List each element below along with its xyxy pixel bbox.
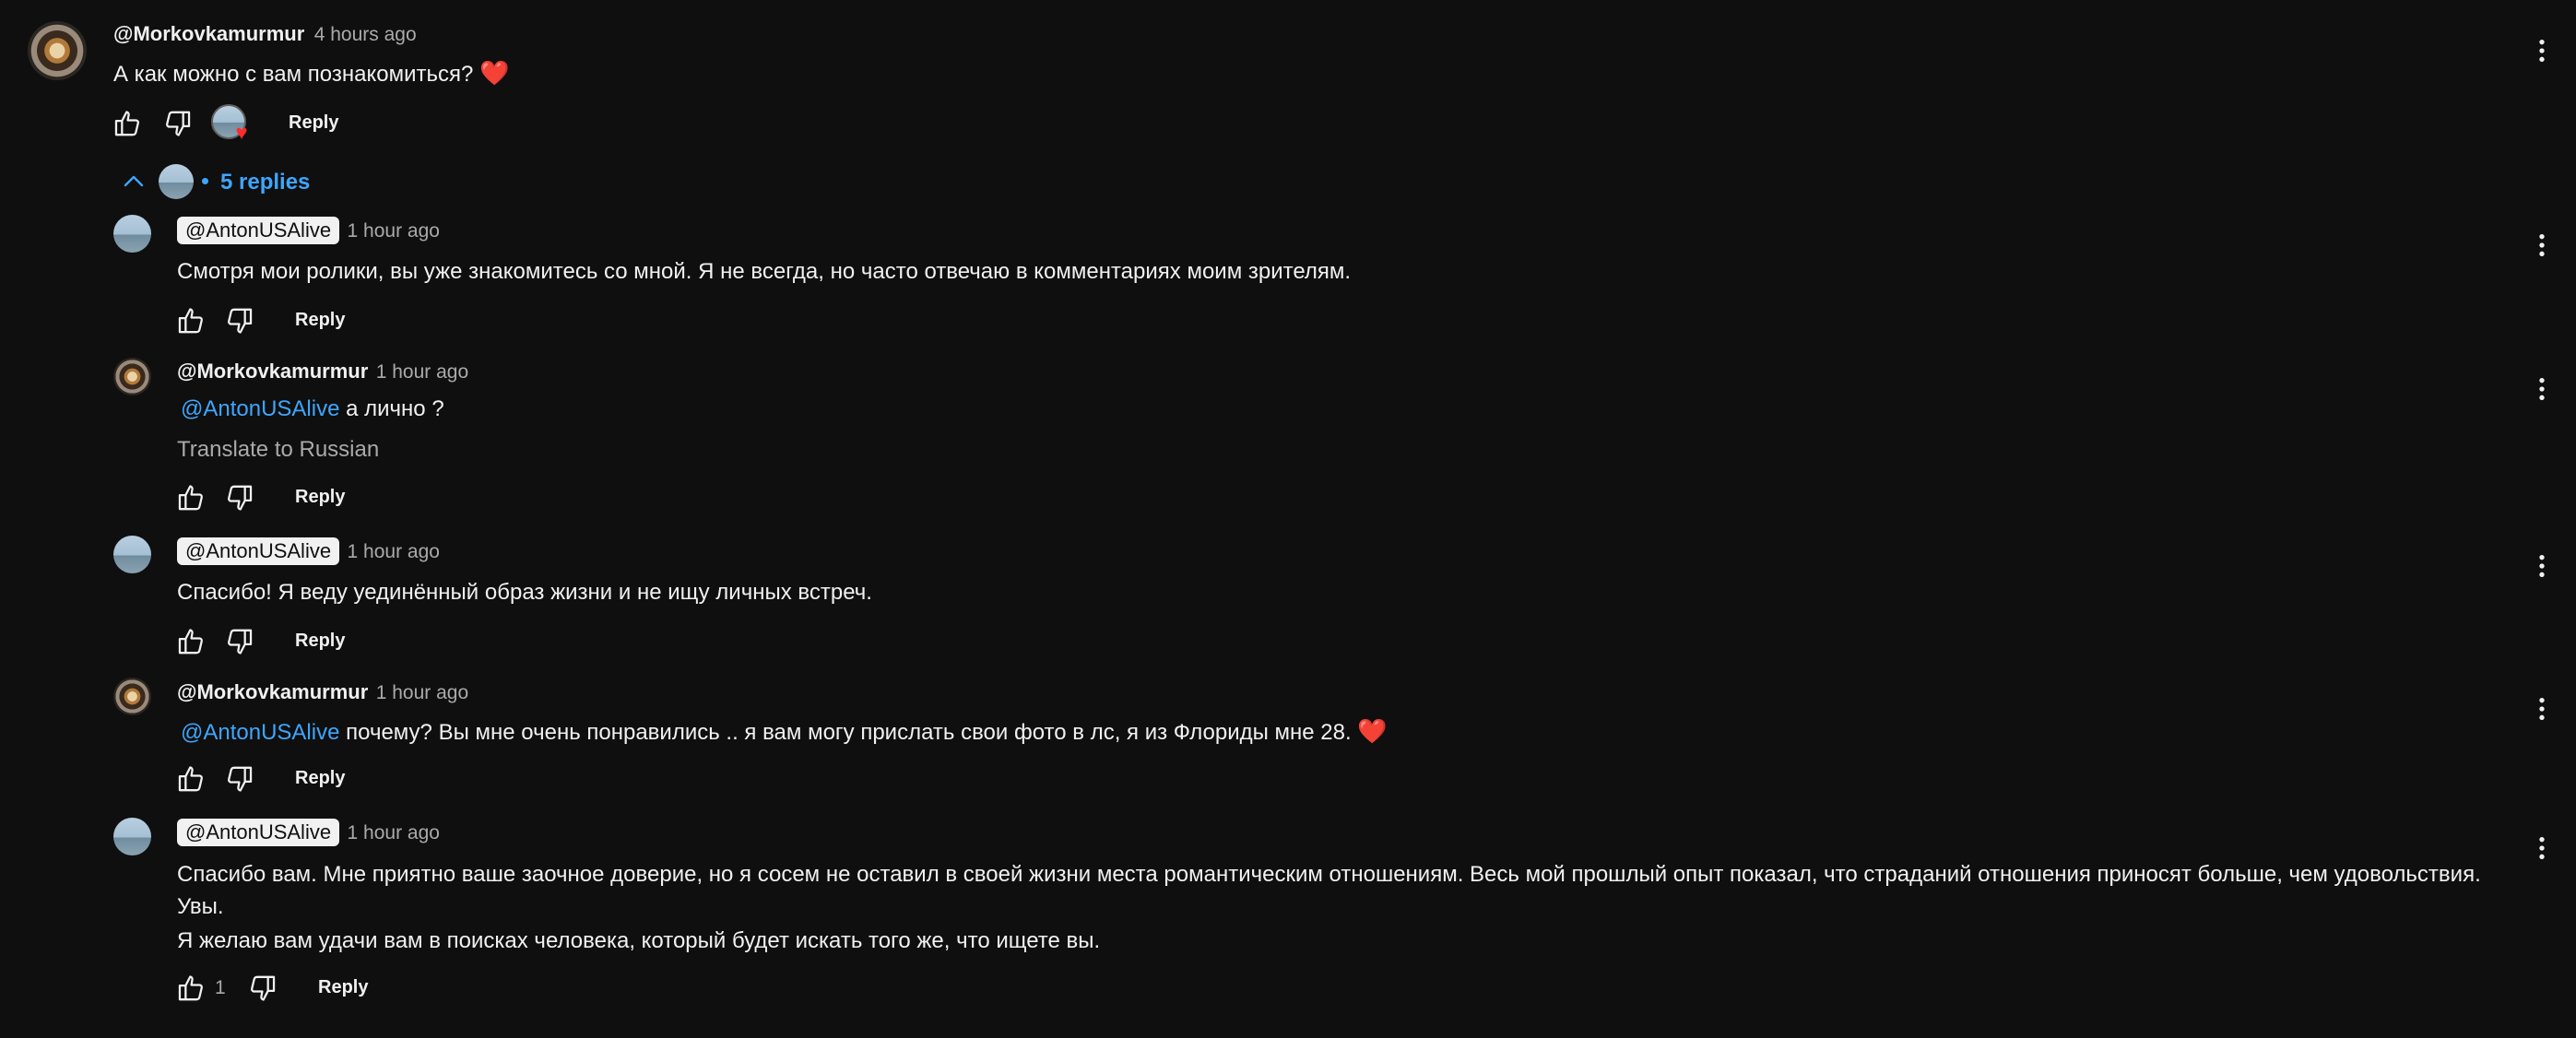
author-name[interactable]: @AntonUSAlive xyxy=(177,537,340,565)
reply-button[interactable]: Reply xyxy=(295,310,345,331)
reply-text-line-2: Увы. xyxy=(177,894,224,919)
chevron-up-icon xyxy=(124,175,144,187)
like-button[interactable] xyxy=(112,108,143,139)
comment-menu-button[interactable] xyxy=(2527,36,2557,65)
like-button[interactable] xyxy=(175,482,207,513)
reply-menu-button[interactable] xyxy=(2527,230,2557,260)
thumb-down-icon xyxy=(162,108,194,139)
reply-button[interactable]: Reply xyxy=(295,631,345,652)
heart-emoji: ❤️ xyxy=(1357,717,1388,745)
reply-button[interactable]: Reply xyxy=(295,768,345,789)
like-button[interactable] xyxy=(175,763,207,795)
creator-avatar-small xyxy=(159,164,194,199)
avatar-morkovkamurmur[interactable] xyxy=(113,678,151,715)
thumb-down-icon xyxy=(224,763,255,795)
comment-text: А как можно с вам познакомиться? ❤️ xyxy=(113,59,510,87)
comment-header: @Morkovkamurmur 4 hours ago xyxy=(113,22,417,49)
mention-link[interactable]: @AntonUSAlive xyxy=(181,720,339,745)
like-button[interactable] xyxy=(175,626,207,657)
reply-text: @AntonUSAlive а лично ? xyxy=(181,396,444,421)
translate-link[interactable]: Translate to Russian xyxy=(177,436,379,464)
author-name[interactable]: @Morkovkamurmur xyxy=(177,360,368,383)
reply-menu-button[interactable] xyxy=(2527,833,2557,863)
avatar-morkovkamurmur[interactable] xyxy=(28,21,87,80)
author-name[interactable]: @Morkovkamurmur xyxy=(177,680,368,703)
thumb-up-icon xyxy=(175,305,207,336)
author-name[interactable]: @AntonUSAlive xyxy=(177,819,340,846)
replies-count: 5 replies xyxy=(220,170,311,195)
creator-heart-icon: ♥ xyxy=(235,121,248,144)
mention-link[interactable]: @AntonUSAlive xyxy=(181,396,339,421)
reply-header: @AntonUSAlive 1 hour ago xyxy=(177,819,440,849)
thumb-down-icon xyxy=(247,973,278,1004)
reply-header: @Morkovkamurmur 1 hour ago xyxy=(177,679,468,708)
thumb-down-icon xyxy=(224,305,255,336)
timestamp[interactable]: 1 hour ago xyxy=(376,361,468,383)
like-count: 1 xyxy=(215,977,226,998)
reply-text-line-1: Спасибо вам. Мне приятно ваше заочное до… xyxy=(177,862,2481,887)
dislike-button[interactable] xyxy=(224,763,255,795)
reply-button[interactable]: Reply xyxy=(289,112,338,134)
avatar-antonusalive[interactable] xyxy=(113,215,151,253)
dislike-button[interactable] xyxy=(224,626,255,657)
reply-text: Спасибо! Я веду уединённый образ жизни и… xyxy=(177,580,872,605)
heart-emoji: ❤️ xyxy=(479,59,510,87)
reply-text: Смотря мои ролики, вы уже знакомитесь со… xyxy=(177,259,1352,284)
thumb-up-icon xyxy=(175,626,207,657)
reply-menu-button[interactable] xyxy=(2527,551,2557,581)
reply-header: @AntonUSAlive 1 hour ago xyxy=(177,217,440,247)
reply-header: @Morkovkamurmur 1 hour ago xyxy=(177,359,468,387)
dislike-button[interactable] xyxy=(162,108,194,139)
reply-button[interactable]: Reply xyxy=(318,977,368,998)
thumb-down-icon xyxy=(224,626,255,657)
dislike-button[interactable] xyxy=(247,973,278,1004)
reply-button[interactable]: Reply xyxy=(295,487,345,508)
more-vert-icon xyxy=(2527,551,2557,581)
more-vert-icon xyxy=(2527,36,2557,65)
thumb-up-icon xyxy=(175,763,207,795)
thumb-up-icon xyxy=(112,108,143,139)
more-vert-icon xyxy=(2527,694,2557,724)
like-button[interactable] xyxy=(175,305,207,336)
like-button[interactable] xyxy=(175,973,207,1004)
reply-menu-button[interactable] xyxy=(2527,374,2557,404)
reply-text-line-3: Я желаю вам удачи вам в поисках человека… xyxy=(177,928,1101,953)
more-vert-icon xyxy=(2527,833,2557,863)
author-name[interactable]: @AntonUSAlive xyxy=(177,217,340,244)
thumb-up-icon xyxy=(175,482,207,513)
more-vert-icon xyxy=(2527,374,2557,404)
timestamp[interactable]: 1 hour ago xyxy=(348,541,440,562)
timestamp[interactable]: 1 hour ago xyxy=(376,682,468,703)
reply-menu-button[interactable] xyxy=(2527,694,2557,724)
dislike-button[interactable] xyxy=(224,482,255,513)
thumb-down-icon xyxy=(224,482,255,513)
timestamp[interactable]: 1 hour ago xyxy=(348,822,440,843)
avatar-antonusalive[interactable] xyxy=(113,818,151,855)
dislike-button[interactable] xyxy=(224,305,255,336)
timestamp[interactable]: 1 hour ago xyxy=(348,220,440,242)
reply-text: @AntonUSAlive почему? Вы мне очень понра… xyxy=(181,717,1388,745)
reply-header: @AntonUSAlive 1 hour ago xyxy=(177,537,440,568)
author-name[interactable]: @Morkovkamurmur xyxy=(113,22,304,45)
timestamp[interactable]: 4 hours ago xyxy=(314,24,417,45)
thumb-up-icon xyxy=(175,973,207,1004)
more-vert-icon xyxy=(2527,230,2557,260)
avatar-antonusalive[interactable] xyxy=(113,536,151,573)
dot-separator xyxy=(202,178,208,184)
creator-heart[interactable]: ♥ xyxy=(211,104,248,143)
avatar-morkovkamurmur[interactable] xyxy=(113,358,151,395)
